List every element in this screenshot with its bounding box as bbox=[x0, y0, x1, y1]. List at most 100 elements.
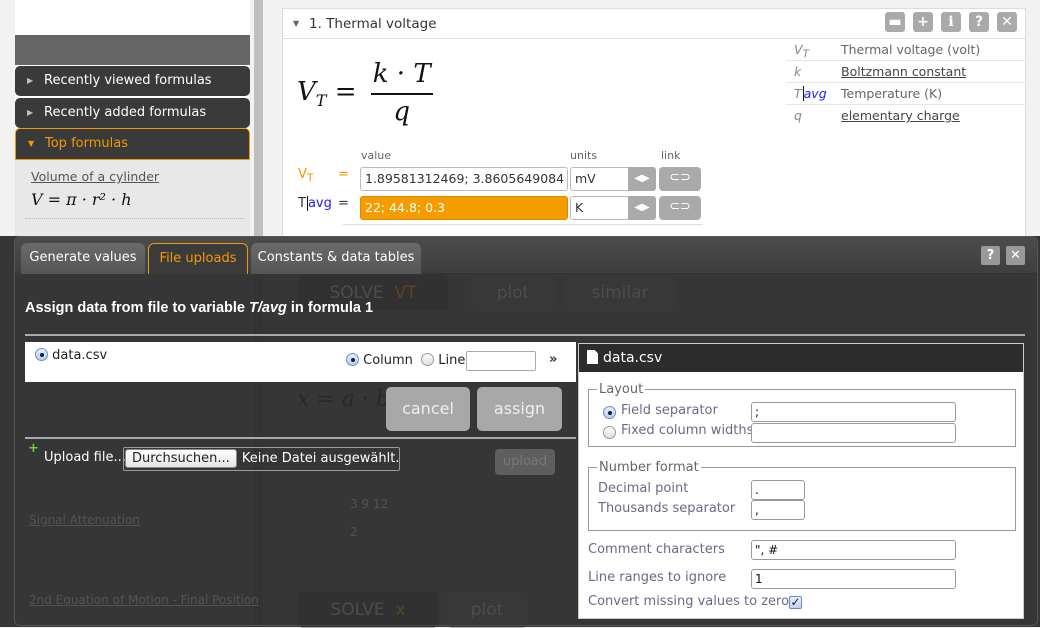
orientation-options: Column Line bbox=[346, 353, 465, 368]
ghost-link: Signal Attenuation bbox=[29, 513, 141, 527]
comment-characters-input[interactable]: ", # bbox=[751, 540, 956, 560]
divider bbox=[25, 218, 245, 219]
thousands-input[interactable]: , bbox=[751, 500, 805, 520]
close-icon[interactable]: ✕ bbox=[1006, 246, 1025, 265]
column-label: Column bbox=[363, 353, 413, 368]
settings-file-title: data.csv bbox=[603, 350, 663, 366]
variable-table: VT Thermal voltage (volt) k Boltzmann co… bbox=[786, 39, 1026, 127]
file-item[interactable]: data.csv bbox=[35, 348, 107, 363]
divider bbox=[343, 224, 703, 225]
decimal-point-input[interactable]: . bbox=[751, 480, 805, 500]
formula-title: 1. Thermal voltage bbox=[309, 16, 437, 32]
variable-row: q elementary charge bbox=[786, 105, 1026, 127]
decimal-point-label: Decimal point bbox=[598, 481, 689, 496]
column-radio[interactable] bbox=[346, 353, 359, 366]
swap-units-icon[interactable]: ◀▶ bbox=[628, 167, 656, 191]
variable-row: VT Thermal voltage (volt) bbox=[786, 39, 1026, 61]
settings-header: data.csv bbox=[579, 344, 1023, 372]
tavg-units-input[interactable]: K bbox=[570, 196, 632, 220]
variable-row: Tavg Temperature (K) bbox=[786, 83, 1026, 105]
accordion-recently-viewed[interactable]: ▶ Recently viewed formulas bbox=[15, 66, 250, 96]
formula-lhs: V bbox=[297, 77, 316, 107]
info-icon[interactable]: i bbox=[941, 12, 961, 32]
formula-preview: V = π · r² · h bbox=[31, 190, 132, 209]
variable-link[interactable]: Boltzmann constant bbox=[841, 61, 966, 83]
file-input[interactable]: Durchsuchen... Keine Datei ausgewählt. bbox=[123, 447, 400, 471]
expand-icon[interactable]: » bbox=[549, 352, 557, 367]
formula-display: VT = k · T q bbox=[297, 59, 433, 127]
accordion-label: Recently viewed formulas bbox=[44, 73, 212, 88]
numerator: k · T bbox=[370, 59, 433, 95]
formula-card-header[interactable]: ▼ 1. Thermal voltage ▬ + i ? ✕ bbox=[283, 9, 1025, 39]
accordion-recently-added[interactable]: ▶ Recently added formulas bbox=[15, 98, 250, 128]
link-icon[interactable]: ⊂⊃ bbox=[659, 167, 701, 191]
file-radio[interactable] bbox=[35, 348, 48, 361]
convert-missing-label: Convert missing values to zero: bbox=[588, 594, 794, 609]
convert-missing-checkbox[interactable]: ✓ bbox=[789, 596, 802, 609]
field-separator-radio[interactable] bbox=[603, 406, 616, 419]
document-icon bbox=[587, 350, 598, 364]
tab-generate-values[interactable]: Generate values bbox=[21, 243, 145, 274]
browse-button[interactable]: Durchsuchen... bbox=[125, 449, 237, 468]
line-label: Line bbox=[438, 353, 466, 368]
formula-link[interactable]: Volume of a cylinder bbox=[31, 169, 159, 184]
chevron-right-icon: ▶ bbox=[27, 76, 34, 85]
variable-description: Thermal voltage (volt) bbox=[841, 42, 981, 57]
ghost-formula: x = a · b bbox=[297, 387, 391, 412]
comment-characters-label: Comment characters bbox=[588, 542, 725, 557]
column-header-value: value bbox=[361, 149, 392, 162]
vt-value-input[interactable]: 1.89581312469; 3.8605649084 ... bbox=[360, 167, 568, 191]
csv-settings-panel: data.csv Layout Field separator ; Fixed … bbox=[578, 343, 1024, 619]
file-list: data.csv Column Line » bbox=[25, 342, 576, 382]
ghost-solve-2: SOLVE x bbox=[298, 592, 438, 628]
line-radio[interactable] bbox=[421, 353, 435, 366]
fixed-widths-radio[interactable] bbox=[603, 426, 616, 439]
line-ranges-input[interactable]: 1 bbox=[751, 569, 956, 589]
close-icon[interactable]: ✕ bbox=[997, 12, 1017, 32]
accordion-label: Top formulas bbox=[45, 136, 128, 151]
sidebar-band bbox=[15, 35, 250, 65]
help-icon[interactable]: ? bbox=[969, 12, 989, 32]
fixed-widths-input[interactable] bbox=[751, 423, 956, 443]
accordion-top-formulas[interactable]: ▼ Top formulas bbox=[15, 128, 250, 160]
equals-sign: = bbox=[338, 167, 349, 182]
ghost-plot-2: plot bbox=[447, 592, 527, 628]
help-icon[interactable]: ? bbox=[981, 246, 1000, 265]
comment-icon[interactable]: ▬ bbox=[885, 12, 905, 32]
variable-row: k Boltzmann constant bbox=[786, 61, 1026, 83]
assign-title: Assign data from file to variable T/avg … bbox=[25, 300, 374, 316]
tab-constants-data-tables[interactable]: Constants & data tables bbox=[251, 243, 421, 274]
denominator: q bbox=[393, 97, 411, 127]
swap-units-icon[interactable]: ◀▶ bbox=[628, 196, 656, 220]
file-status: Keine Datei ausgewählt. bbox=[241, 451, 400, 466]
row-label-tavg: Tavg bbox=[298, 196, 332, 211]
variable-symbol: Tavg bbox=[794, 86, 827, 101]
divider bbox=[25, 334, 1025, 336]
chevron-right-icon: ▶ bbox=[27, 108, 34, 117]
ghost-similar: similar bbox=[565, 275, 675, 311]
plus-icon: + bbox=[28, 441, 39, 456]
line-input[interactable] bbox=[466, 351, 536, 371]
modal-tab-bar: Generate values File uploads Constants &… bbox=[15, 237, 1037, 274]
tavg-value-input[interactable]: 22; 44.8; 0.3 bbox=[360, 196, 568, 220]
field-separator-input[interactable]: ; bbox=[751, 402, 956, 422]
data-modal: SOLVE VT plot similar x = a · b Signal A… bbox=[14, 236, 1038, 628]
fraction: k · T q bbox=[370, 59, 433, 127]
fixed-widths-label: Fixed column widths bbox=[621, 423, 754, 438]
accordion-label: Recently added formulas bbox=[44, 105, 207, 120]
link-icon[interactable]: ⊂⊃ bbox=[659, 196, 701, 220]
equals-sign: = bbox=[334, 77, 357, 107]
number-format-legend: Number format bbox=[599, 460, 699, 475]
variable-symbol: k bbox=[794, 64, 802, 79]
vt-units-input[interactable]: mV bbox=[570, 167, 632, 191]
thousands-label: Thousands separator bbox=[598, 501, 736, 516]
plus-icon[interactable]: + bbox=[913, 12, 933, 32]
cancel-button[interactable]: cancel bbox=[386, 387, 470, 431]
equals-sign: = bbox=[338, 196, 349, 211]
file-name: data.csv bbox=[52, 348, 108, 363]
assign-button[interactable]: assign bbox=[477, 387, 562, 431]
upload-button[interactable]: upload bbox=[495, 449, 555, 475]
variable-link[interactable]: elementary charge bbox=[841, 105, 960, 127]
chevron-down-icon: ▼ bbox=[293, 19, 300, 28]
tab-file-uploads[interactable]: File uploads bbox=[148, 243, 248, 274]
